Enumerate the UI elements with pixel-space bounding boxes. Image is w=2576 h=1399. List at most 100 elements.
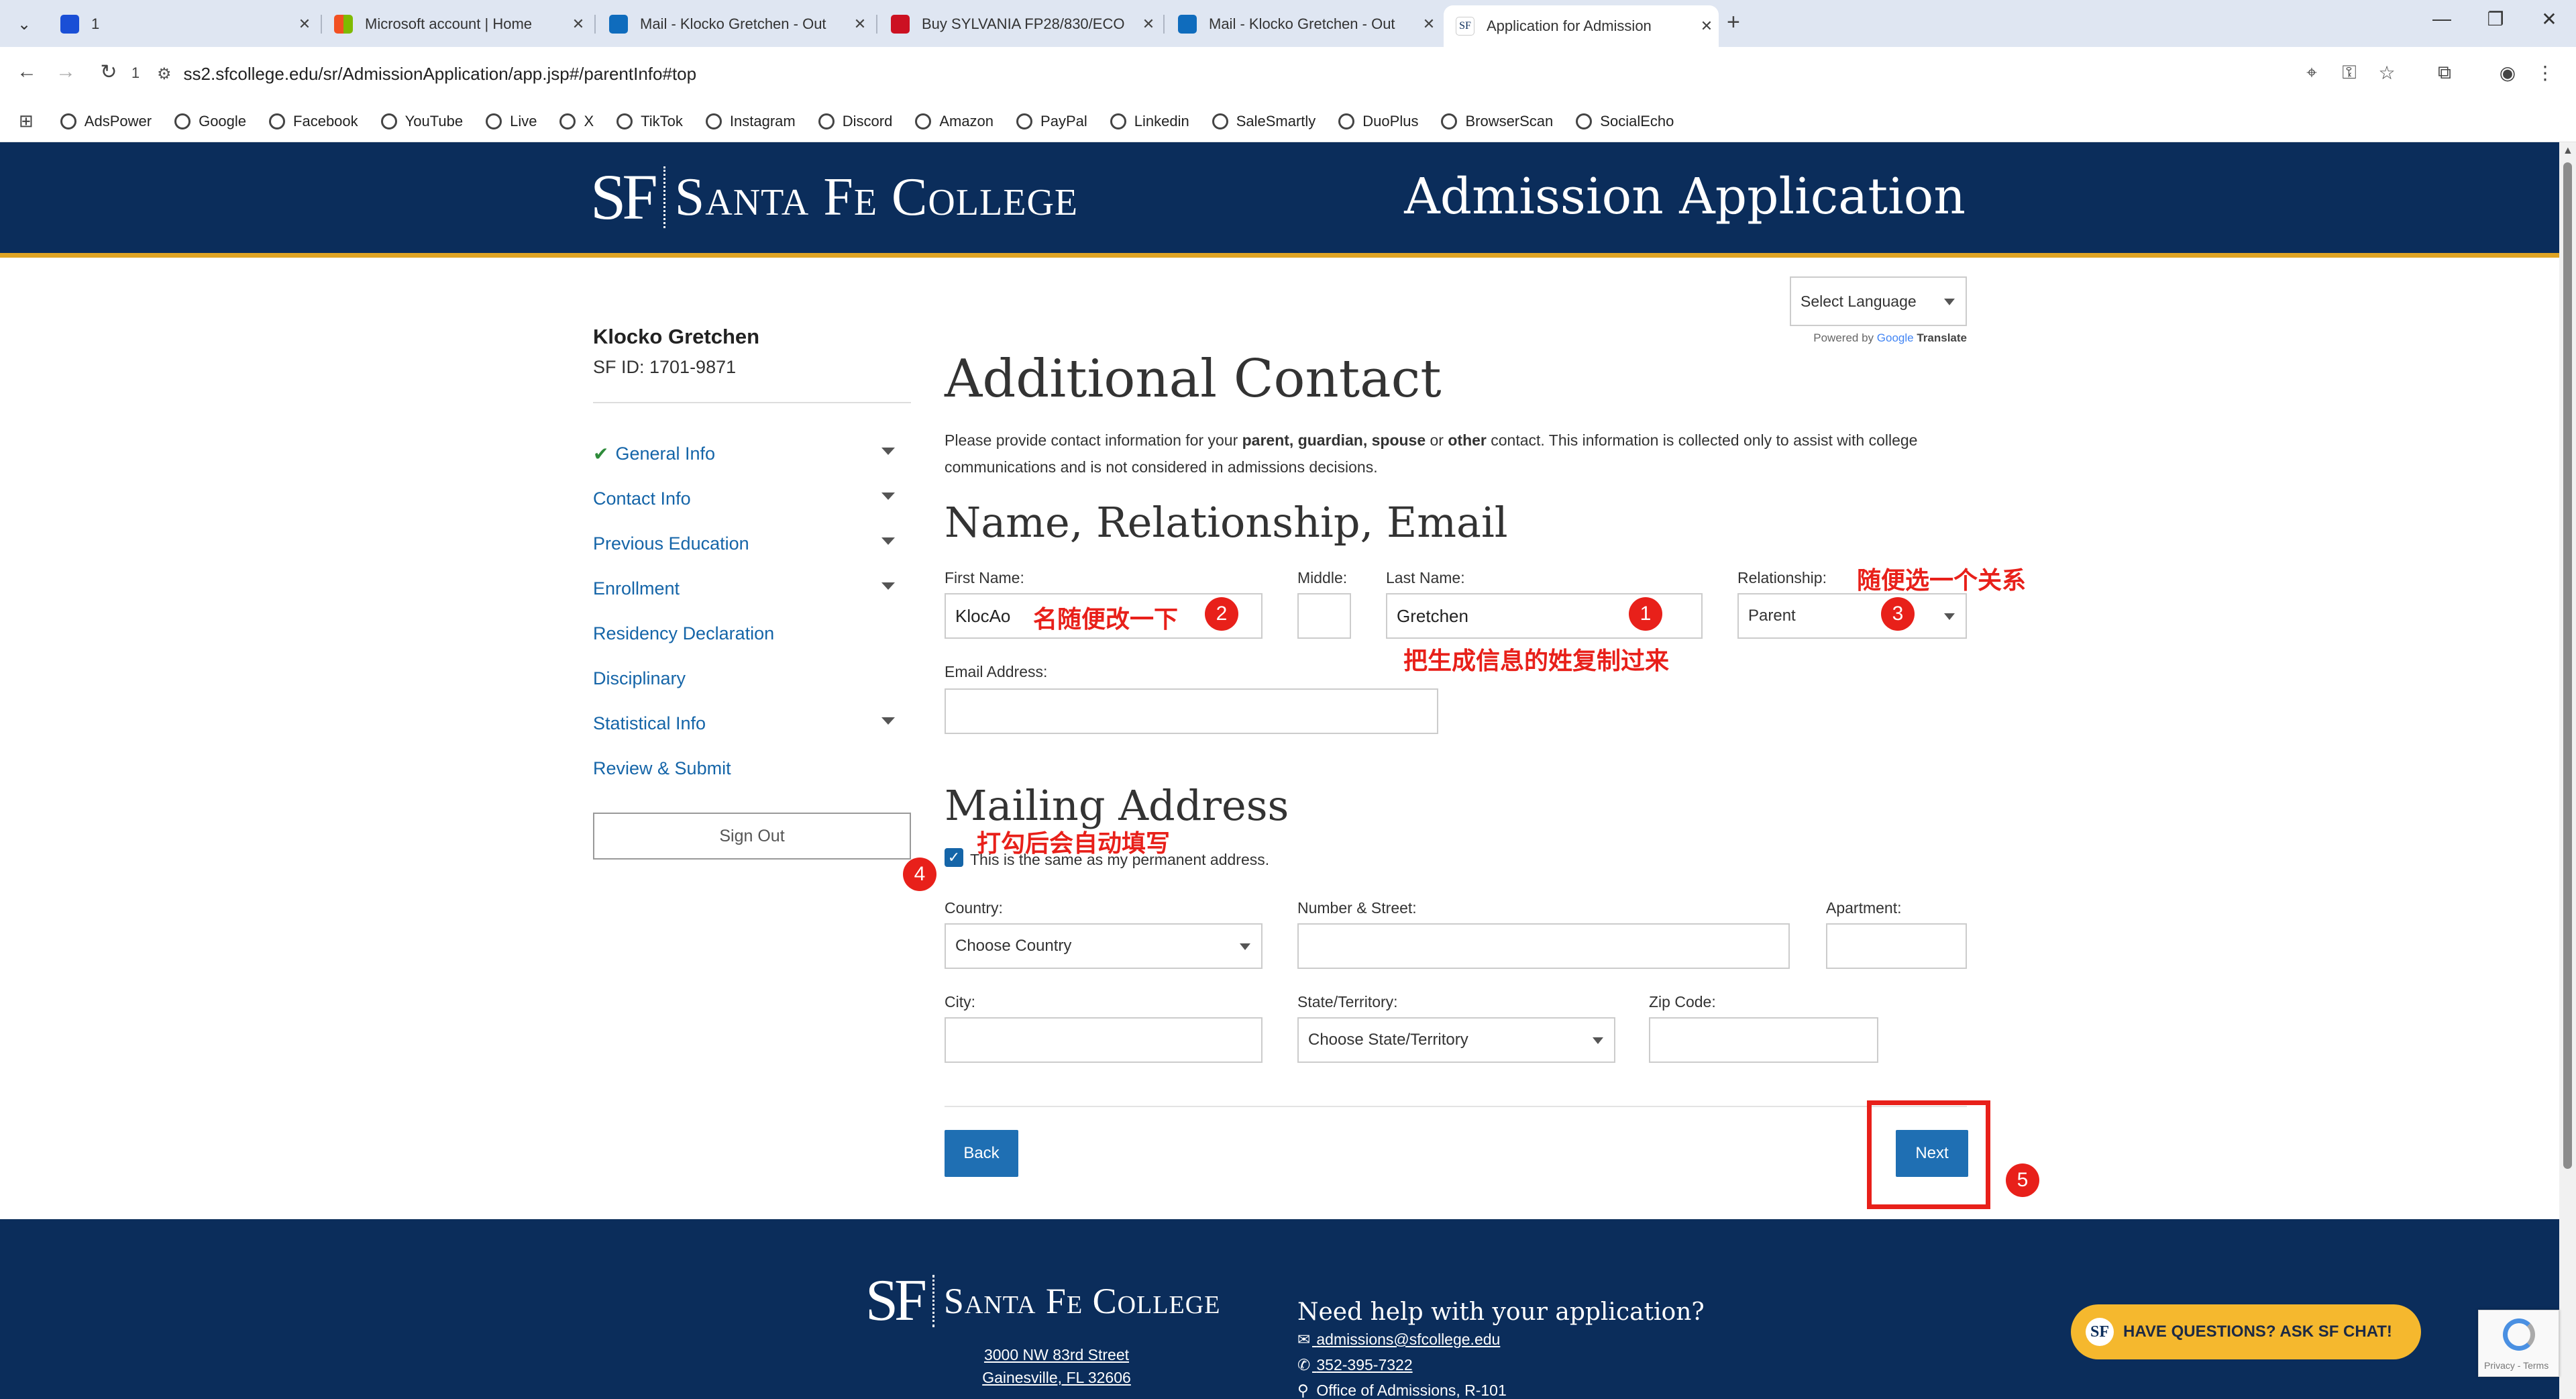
bookmark-globe-icon — [818, 113, 835, 129]
chevron-down-icon[interactable] — [881, 448, 895, 455]
password-key-icon[interactable]: ⚿ — [2334, 62, 2364, 84]
scrollbar-thumb[interactable] — [2563, 162, 2572, 1169]
annotation-badge-3: 3 — [1881, 597, 1915, 631]
bookmark-item[interactable]: X — [559, 113, 594, 130]
map-pin-icon: ⚲ — [1297, 1382, 1309, 1399]
sidebar-item-statistical-info[interactable]: Statistical Info — [593, 701, 911, 746]
sidebar-item-residency-declaration[interactable]: Residency Declaration — [593, 611, 911, 656]
tab-search-chevron-icon[interactable]: ⌄ — [9, 9, 39, 39]
footer-phone-link[interactable]: ✆ 352-395-7322 — [1297, 1356, 1413, 1374]
chevron-down-icon — [1944, 299, 1955, 305]
footer-logo[interactable]: SF Santa Fe College — [865, 1272, 1220, 1331]
santa-fe-college-logo[interactable]: SF Santa Fe College — [590, 165, 1078, 229]
country-select[interactable]: Choose Country — [945, 923, 1263, 969]
page-scrollbar[interactable]: ▲ — [2559, 142, 2576, 1399]
chevron-down-icon[interactable] — [881, 493, 895, 500]
bookmark-item[interactable]: BrowserScan — [1441, 113, 1553, 130]
tab-favicon-icon — [60, 15, 79, 34]
recaptcha-badge[interactable]: Privacy - Terms — [2478, 1310, 2559, 1377]
email-input[interactable] — [945, 688, 1438, 734]
close-icon[interactable]: ✕ — [566, 15, 590, 33]
profile-avatar-icon[interactable]: ◉ — [2493, 62, 2522, 84]
restore-icon[interactable]: ❐ — [2475, 8, 2516, 30]
google-logo-text: Google — [1876, 331, 1914, 344]
logo-divider — [663, 166, 665, 228]
window-close-icon[interactable]: ✕ — [2529, 8, 2569, 30]
extensions-puzzle-icon[interactable]: ⧉ — [2430, 62, 2459, 84]
relationship-select[interactable]: Parent — [1737, 593, 1967, 639]
bookmark-item[interactable]: SocialEcho — [1576, 113, 1674, 130]
same-address-checkbox[interactable]: ✓ — [945, 848, 963, 867]
back-button[interactable]: Back — [945, 1130, 1018, 1177]
translate-link[interactable]: Translate — [1917, 331, 1967, 344]
annotation-badge-4: 4 — [903, 858, 936, 891]
footer-help-title: Need help with your application? — [1297, 1298, 1705, 1326]
bookmark-item[interactable]: Live — [486, 113, 537, 130]
chevron-down-icon[interactable] — [881, 537, 895, 545]
minimize-icon[interactable]: — — [2422, 8, 2462, 30]
bookmark-item[interactable]: Amazon — [915, 113, 994, 130]
close-icon[interactable]: ✕ — [1136, 15, 1161, 33]
bookmark-item[interactable]: DuoPlus — [1338, 113, 1418, 130]
browser-tab-active[interactable]: SF Application for Admission ✕ — [1444, 5, 1719, 47]
bookmark-item[interactable]: Facebook — [269, 113, 358, 130]
zip-input[interactable] — [1649, 1017, 1878, 1063]
chevron-down-icon[interactable] — [881, 717, 895, 725]
close-icon[interactable]: ✕ — [1417, 15, 1441, 33]
new-tab-plus-icon[interactable]: + — [1727, 9, 1740, 36]
bookmark-item[interactable]: SaleSmartly — [1212, 113, 1316, 130]
sidebar-item-contact-info[interactable]: Contact Info — [593, 476, 911, 521]
bookmark-item[interactable]: TikTok — [616, 113, 683, 130]
bookmark-item[interactable]: YouTube — [380, 113, 463, 130]
outlook-favicon-icon — [1178, 15, 1197, 34]
bookmark-item[interactable]: Discord — [818, 113, 892, 130]
bookmark-item[interactable]: PayPal — [1016, 113, 1087, 130]
bookmark-item[interactable]: Google — [174, 113, 246, 130]
city-input[interactable] — [945, 1017, 1263, 1063]
relationship-label: Relationship: — [1737, 569, 1827, 586]
sidebar-item-general-info[interactable]: ✔ General Info — [593, 431, 911, 476]
middle-name-input[interactable] — [1297, 593, 1351, 639]
sf-chat-button[interactable]: SF HAVE QUESTIONS? ASK SF CHAT! — [2071, 1304, 2421, 1359]
bookmark-star-icon[interactable]: ☆ — [2372, 62, 2402, 84]
browser-tab-5[interactable]: Mail - Klocko Gretchen - Out ✕ — [1166, 7, 1441, 42]
address-bar[interactable]: ⚙ ss2.sfcollege.edu/sr/AdmissionApplicat… — [157, 56, 2491, 91]
state-select[interactable]: Choose State/Territory — [1297, 1017, 1615, 1063]
close-icon[interactable]: ✕ — [1695, 17, 1719, 35]
section-heading-name: Name, Relationship, Email — [945, 498, 1508, 547]
select-language-dropdown[interactable]: Select Language — [1790, 276, 1967, 326]
forward-arrow-icon[interactable]: → — [51, 60, 80, 83]
browser-tab-4[interactable]: Buy SYLVANIA FP28/830/ECO ✕ — [879, 7, 1161, 42]
bookmark-globe-icon — [174, 113, 191, 129]
browser-tab-3[interactable]: Mail - Klocko Gretchen - Out ✕ — [597, 7, 872, 42]
sidebar-item-disciplinary[interactable]: Disciplinary — [593, 656, 911, 701]
footer-email-link[interactable]: ✉ admissions@sfcollege.edu — [1297, 1331, 1500, 1349]
bookmark-item[interactable]: Linkedin — [1110, 113, 1189, 130]
sign-out-button[interactable]: Sign Out — [593, 813, 911, 860]
close-icon[interactable]: ✕ — [292, 15, 317, 33]
browser-tab-2[interactable]: Microsoft account | Home ✕ — [322, 7, 590, 42]
powered-by-google-translate: Powered by Google Translate — [1813, 331, 1967, 344]
reload-icon[interactable]: ↻ — [94, 60, 123, 84]
apartment-input[interactable] — [1826, 923, 1967, 969]
annotation-next-highlight — [1867, 1100, 1990, 1209]
apps-grid-icon[interactable]: ⊞ — [19, 111, 34, 132]
annotation-first-name: 名随便改一下 — [1033, 605, 1179, 633]
location-pin-icon[interactable]: ⌖ — [2297, 62, 2326, 84]
bookmark-item[interactable]: AdsPower — [60, 113, 152, 130]
bookmark-item[interactable]: Instagram — [705, 113, 796, 130]
browser-tab-1[interactable]: 1 ✕ — [48, 7, 317, 42]
college-name: Santa Fe College — [674, 168, 1079, 227]
sidebar-item-previous-education[interactable]: Previous Education — [593, 521, 911, 566]
street-input[interactable] — [1297, 923, 1790, 969]
close-icon[interactable]: ✕ — [848, 15, 872, 33]
sidebar-item-review-submit[interactable]: Review & Submit — [593, 746, 911, 791]
chevron-down-icon[interactable] — [881, 582, 895, 590]
footer-address-link[interactable]: 3000 NW 83rd Street Gainesville, FL 3260… — [865, 1343, 1248, 1389]
sidebar-item-enrollment[interactable]: Enrollment — [593, 566, 911, 611]
recaptcha-icon — [2503, 1318, 2535, 1351]
site-settings-icon[interactable]: ⚙ — [157, 64, 172, 84]
back-arrow-icon[interactable]: ← — [12, 60, 42, 83]
scroll-up-arrow-icon[interactable]: ▲ — [2563, 145, 2573, 157]
more-menu-icon[interactable]: ⋮ — [2530, 62, 2560, 84]
